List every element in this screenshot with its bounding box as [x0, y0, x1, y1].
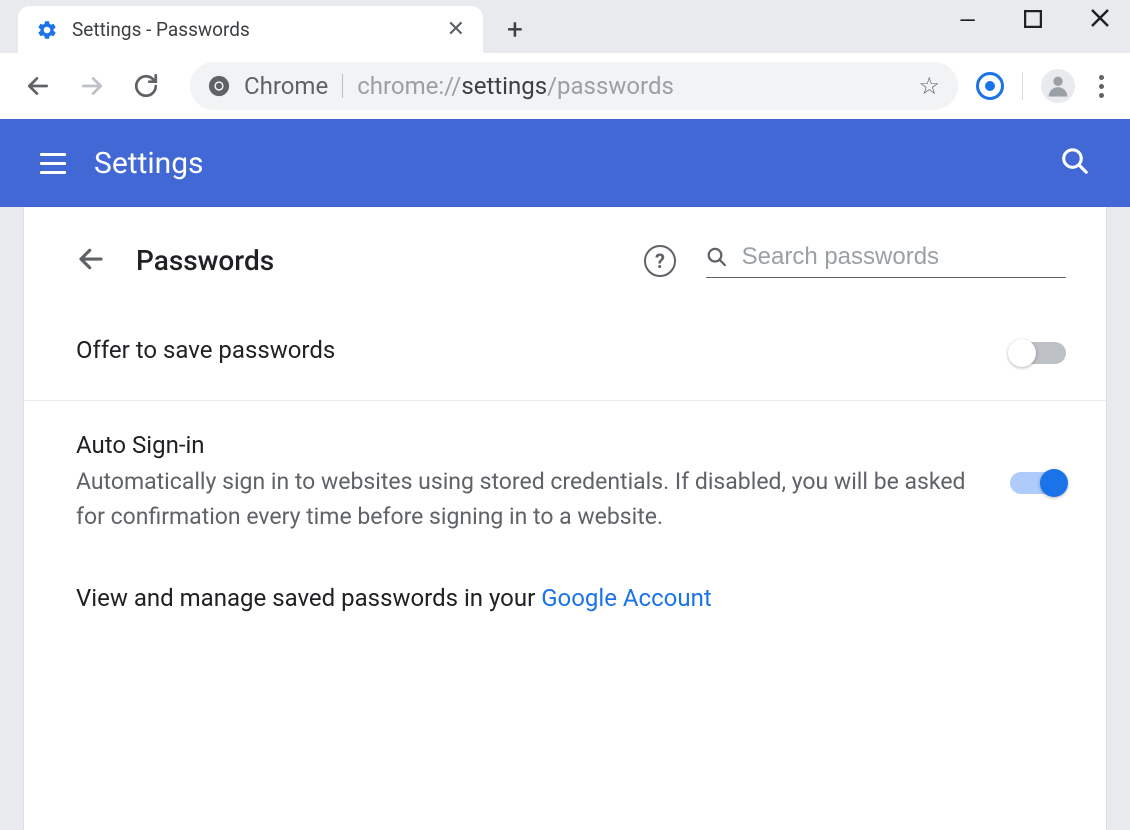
back-arrow-button[interactable]: [76, 244, 106, 278]
back-button[interactable]: [20, 68, 56, 104]
browser-menu-button[interactable]: [1093, 69, 1110, 104]
browser-tab-strip: Settings - Passwords ✕ + —: [0, 0, 1130, 53]
menu-button[interactable]: [40, 153, 66, 174]
toggle-knob: [1008, 339, 1036, 367]
auto-signin-toggle[interactable]: [1010, 472, 1066, 494]
password-search-box[interactable]: [706, 243, 1066, 278]
profile-avatar[interactable]: [1041, 69, 1075, 103]
page-header: Passwords ?: [24, 207, 1106, 306]
setting-auto-signin: Auto Sign-in Automatically sign in to we…: [24, 401, 1106, 564]
browser-toolbar: Chrome chrome://settings/passwords ☆: [0, 53, 1130, 119]
gear-icon: [36, 19, 58, 41]
address-bar[interactable]: Chrome chrome://settings/passwords ☆: [190, 62, 958, 110]
setting-title: Offer to save passwords: [76, 336, 986, 364]
close-window-button[interactable]: [1090, 8, 1110, 34]
tab-title: Settings - Passwords: [72, 18, 433, 41]
new-tab-button[interactable]: +: [495, 9, 535, 49]
search-icon: [706, 245, 728, 269]
bookmark-star-icon[interactable]: ☆: [918, 72, 940, 100]
window-controls: —: [959, 8, 1110, 34]
forward-button[interactable]: [74, 68, 110, 104]
settings-content: Passwords ? Offer to save passwords Auto…: [24, 207, 1106, 830]
settings-header: Settings: [0, 119, 1130, 207]
setting-title: Auto Sign-in: [76, 431, 986, 459]
divider: [1022, 72, 1023, 100]
extension-icon[interactable]: [976, 72, 1004, 100]
maximize-button[interactable]: [1024, 9, 1042, 34]
chrome-icon: [208, 75, 230, 97]
setting-offer-save-passwords: Offer to save passwords: [24, 306, 1106, 401]
divider: [342, 74, 343, 98]
google-account-link[interactable]: Google Account: [541, 584, 712, 612]
omnibox-label: Chrome: [244, 72, 328, 100]
setting-description: Automatically sign in to websites using …: [76, 465, 986, 534]
reload-button[interactable]: [128, 68, 164, 104]
page-title: Passwords: [136, 244, 614, 277]
app-title: Settings: [94, 146, 204, 181]
minimize-button[interactable]: —: [959, 9, 976, 34]
settings-search-button[interactable]: [1060, 146, 1090, 180]
offer-save-toggle[interactable]: [1010, 342, 1066, 364]
password-search-input[interactable]: [742, 243, 1066, 271]
manage-link-row: View and manage saved passwords in your …: [24, 564, 1106, 642]
browser-tab[interactable]: Settings - Passwords ✕: [18, 6, 483, 53]
omnibox-url: chrome://settings/passwords: [357, 72, 904, 100]
close-tab-button[interactable]: ✕: [447, 17, 465, 42]
help-icon[interactable]: ?: [644, 245, 676, 277]
toggle-knob: [1040, 469, 1068, 497]
manage-text: View and manage saved passwords in your: [76, 584, 541, 612]
